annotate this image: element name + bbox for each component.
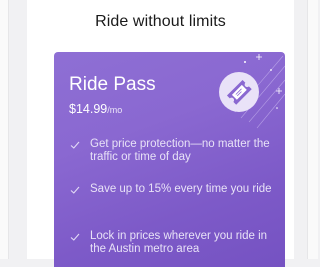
card-title: Ride Pass bbox=[69, 74, 156, 95]
benefit-text: Save up to 15% every time you ride bbox=[90, 183, 272, 195]
right-edge-panel bbox=[307, 0, 318, 259]
card-price: $14.99/mo bbox=[69, 102, 122, 116]
benefit-item: Lock in prices wherever you ride in the … bbox=[69, 230, 274, 256]
benefit-text: Lock in prices wherever you ride in the … bbox=[90, 230, 268, 255]
page-title: Ride without limits bbox=[95, 13, 226, 30]
check-icon bbox=[70, 233, 80, 241]
left-edge-panel bbox=[0, 0, 9, 259]
app-screen: Ride without limits Ride Pass $14.99/mo … bbox=[27, 0, 294, 267]
benefit-item: Save up to 15% every time you ride bbox=[69, 183, 274, 196]
benefit-text: Get price protection—no matter the traff… bbox=[90, 138, 270, 163]
ride-pass-card[interactable]: Ride Pass $14.99/mo Get price protection… bbox=[54, 52, 285, 267]
price-period: /mo bbox=[107, 105, 123, 115]
check-icon bbox=[70, 141, 80, 149]
check-icon bbox=[70, 186, 80, 194]
ticket-icon bbox=[219, 72, 259, 112]
benefit-item: Get price protection—no matter the traff… bbox=[69, 138, 274, 164]
price-amount: $14.99 bbox=[69, 102, 108, 116]
